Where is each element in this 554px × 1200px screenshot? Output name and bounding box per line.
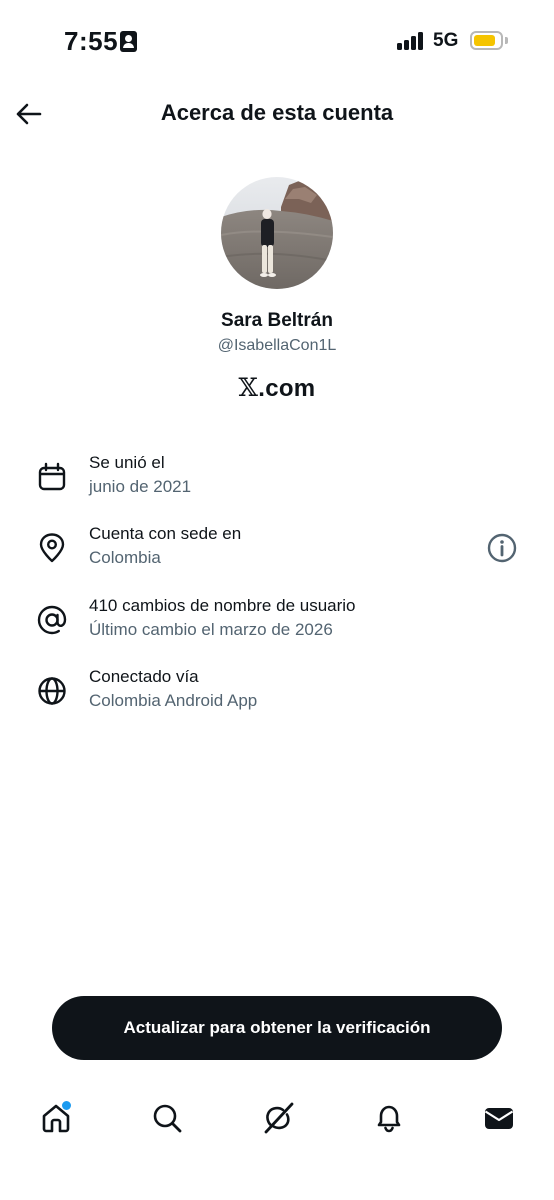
info-value: Último cambio el marzo de 2026	[89, 620, 333, 639]
bottom-navigation	[0, 1090, 554, 1150]
info-label: Cuenta con sede en	[89, 524, 242, 543]
info-icon[interactable]	[486, 532, 518, 564]
info-item-connected-via: Conectado vía Colombia Android App	[0, 667, 554, 727]
nav-notifications[interactable]	[369, 1098, 409, 1138]
search-icon	[153, 1104, 182, 1133]
bell-icon	[377, 1105, 401, 1133]
globe-icon	[38, 677, 66, 705]
notification-dot	[61, 1100, 72, 1111]
site-domain: .com	[258, 375, 316, 402]
battery-level	[474, 35, 495, 46]
profile-name: Sara Beltrán	[221, 310, 333, 331]
page-title: Acerca de esta cuenta	[160, 100, 394, 125]
info-value: junio de 2021	[89, 477, 192, 496]
battery-tip	[505, 37, 508, 44]
network-type: 5G	[433, 30, 459, 51]
info-label: Conectado vía	[89, 667, 199, 686]
status-time: 7:55	[64, 26, 119, 56]
status-bar: 7:55 5G	[0, 0, 554, 84]
mail-icon	[484, 1108, 514, 1129]
info-item-username-changes: 410 cambios de nombre de usuario Último …	[0, 596, 554, 656]
grok-icon	[264, 1102, 294, 1134]
nav-messages[interactable]	[479, 1098, 519, 1138]
x-logo-icon: 𝕏	[238, 373, 259, 402]
battery-icon	[470, 31, 503, 50]
nav-grok[interactable]	[258, 1098, 298, 1138]
avatar	[221, 177, 333, 289]
get-verified-button[interactable]: Actualizar para obtener la verificación	[52, 996, 502, 1060]
nav-search[interactable]	[147, 1098, 187, 1138]
contact-card-icon	[120, 31, 137, 52]
info-item-location: Cuenta con sede en Colombia	[0, 524, 554, 584]
info-item-joined: Se unió el junio de 2021	[0, 453, 554, 513]
site-logo: 𝕏.com	[0, 373, 554, 403]
location-pin-icon	[39, 533, 65, 563]
profile-handle: @IsabellaCon1L	[217, 337, 337, 354]
info-value: Colombia	[89, 548, 161, 567]
calendar-icon	[38, 462, 66, 491]
info-label: Se unió el	[89, 453, 165, 472]
nav-home[interactable]	[36, 1098, 76, 1138]
cellular-signal-icon	[397, 32, 425, 50]
at-sign-icon	[37, 605, 67, 635]
info-value: Colombia Android App	[89, 691, 258, 710]
info-label: 410 cambios de nombre de usuario	[89, 596, 356, 615]
